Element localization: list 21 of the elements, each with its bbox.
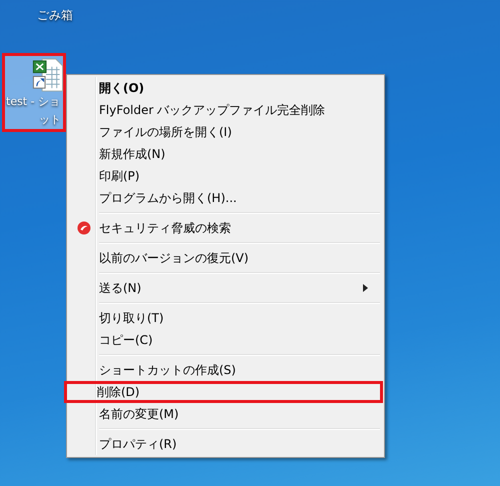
menu-item[interactable]: 印刷(P) bbox=[69, 165, 382, 187]
menu-item[interactable]: 名前の変更(M) bbox=[69, 403, 382, 425]
menu-item[interactable]: 送る(N) bbox=[69, 277, 382, 299]
submenu-arrow-icon bbox=[363, 284, 368, 292]
menu-item[interactable]: 新規作成(N) bbox=[69, 143, 382, 165]
icon-label: test - ショ bbox=[5, 94, 62, 110]
menu-item[interactable]: 切り取り(T) bbox=[69, 307, 382, 329]
menu-item[interactable]: セキュリティ脅威の検索 bbox=[69, 217, 382, 239]
icon-label: ット bbox=[38, 112, 62, 128]
menu-item[interactable]: 削除(D) bbox=[64, 381, 383, 403]
icon-label: ごみ箱 bbox=[37, 7, 73, 24]
menu-item[interactable]: ショートカットの作成(S) bbox=[69, 359, 382, 381]
menu-item[interactable]: FlyFolder バックアップファイル完全削除 bbox=[69, 99, 382, 121]
menu-item[interactable]: ファイルの場所を開く(I) bbox=[69, 121, 382, 143]
menu-item[interactable]: プロパティ(R) bbox=[69, 433, 382, 455]
spreadsheet-shortcut-icon bbox=[30, 58, 66, 93]
menu-item[interactable]: 以前のバージョンの復元(V) bbox=[69, 247, 382, 269]
menu-item[interactable]: コピー(C) bbox=[69, 329, 382, 351]
menu-item[interactable]: プログラムから開く(H)... bbox=[69, 187, 382, 209]
menu-item[interactable]: 開く(O) bbox=[69, 77, 382, 99]
desktop-icon[interactable]: ごみ箱 bbox=[20, 6, 90, 24]
